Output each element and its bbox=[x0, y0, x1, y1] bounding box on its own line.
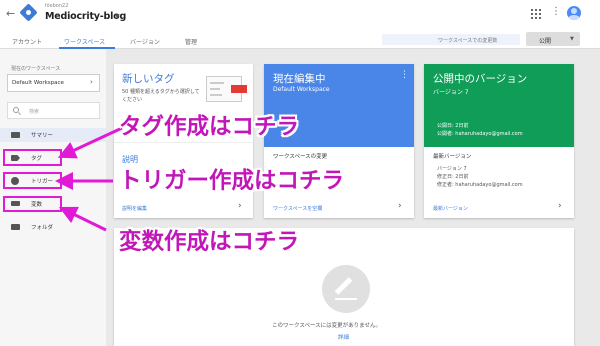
chevron-right-icon[interactable]: › bbox=[398, 201, 402, 211]
divider bbox=[114, 142, 253, 143]
folder-icon bbox=[11, 224, 20, 230]
chevron-right-icon: › bbox=[90, 78, 93, 86]
new-tag-description: 50 種類を超えるタグから選択してください bbox=[122, 89, 200, 103]
no-changes-message: このワークスペースには変更がありません。 bbox=[272, 323, 382, 329]
sidebar-item-label: サマリー bbox=[31, 133, 54, 139]
search-placeholder: 検索 bbox=[29, 109, 40, 115]
chevron-down-icon[interactable]: ▼ bbox=[570, 36, 574, 42]
sidebar-item-folders[interactable]: フォルダ bbox=[0, 220, 106, 234]
container-name[interactable]: Mediocrity-blog bbox=[45, 11, 126, 22]
published-info: 公開日: 2日前 公開者: haharuhadayo@gmail.com bbox=[437, 123, 523, 137]
latest-version-link[interactable]: 最新バージョン bbox=[433, 205, 468, 212]
search-input[interactable]: 検索 bbox=[7, 102, 100, 119]
tab-workspace[interactable]: ワークスペース bbox=[64, 37, 105, 46]
current-workspace-title: 現在編集中 bbox=[273, 73, 326, 85]
avatar[interactable] bbox=[567, 6, 581, 20]
top-bar: ← hiebon22 Mediocrity-blog ▼ ⋮ bbox=[0, 0, 600, 29]
sidebar-item-summary[interactable]: サマリー bbox=[0, 128, 106, 142]
published-version-card: 公開中のバージョン バージョン 7 公開日: 2日前 公開者: haharuha… bbox=[424, 64, 574, 218]
current-workspace-label: 現在のワークスペース bbox=[11, 66, 61, 72]
edit-description-link[interactable]: 説明を編集 bbox=[122, 205, 147, 212]
published-version-title: 公開中のバージョン bbox=[433, 73, 528, 85]
published-version-number: バージョン 7 bbox=[433, 89, 469, 96]
new-tag-title: 新しいタグ bbox=[122, 73, 175, 85]
tag-illustration-icon bbox=[206, 76, 247, 102]
variable-annotation: 変数作成はコチラ bbox=[119, 229, 300, 255]
clear-workspace-link[interactable]: ワークスペースを空欄 bbox=[273, 205, 322, 212]
edit-pencil-icon bbox=[322, 265, 370, 313]
current-workspace-name: Default Workspace bbox=[273, 86, 330, 93]
chevron-right-icon[interactable]: › bbox=[238, 201, 242, 211]
workspace-changes-field[interactable]: ワークスペースでの変更数 bbox=[382, 34, 520, 45]
latest-version-info: バージョン 7 修正日: 2日前 修正者: haharuhadayo@gmail… bbox=[437, 166, 523, 188]
more-vert-icon[interactable]: ⋮ bbox=[400, 70, 409, 80]
sidebar-item-label: フォルダ bbox=[31, 225, 54, 231]
arrow-back-icon[interactable]: ← bbox=[6, 7, 15, 20]
tab-versions[interactable]: バージョン bbox=[130, 37, 160, 46]
apps-grid-icon[interactable] bbox=[531, 9, 541, 19]
tab-account[interactable]: アカウント bbox=[12, 37, 42, 46]
chevron-right-icon[interactable]: › bbox=[558, 201, 562, 211]
more-vert-icon[interactable]: ⋮ bbox=[551, 7, 561, 17]
variables-highlight bbox=[3, 196, 62, 212]
gtm-logo-icon bbox=[19, 3, 38, 22]
account-name: hiebon22 bbox=[45, 3, 69, 9]
tag-annotation: タグ作成はコチラ bbox=[119, 114, 300, 140]
published-version-header: 公開中のバージョン バージョン 7 公開日: 2日前 公開者: haharuha… bbox=[424, 64, 574, 147]
chevron-down-icon[interactable]: ▼ bbox=[115, 13, 120, 20]
workspace-selector[interactable]: Default Workspace bbox=[7, 74, 100, 92]
trigger-annotation: トリガー作成はコチラ bbox=[119, 168, 345, 194]
workspace-changes-label: ワークスペースの変更 bbox=[273, 154, 328, 160]
triggers-highlight bbox=[3, 172, 62, 189]
tab-admin[interactable]: 管理 bbox=[185, 37, 197, 46]
details-link[interactable]: 詳細 bbox=[338, 333, 349, 341]
latest-version-label: 最新バージョン bbox=[433, 154, 472, 160]
tags-highlight bbox=[3, 149, 62, 166]
folder-icon bbox=[11, 132, 20, 138]
gtm-workspace-screen: ← hiebon22 Mediocrity-blog ▼ ⋮ アカウント ワーク… bbox=[0, 0, 600, 346]
